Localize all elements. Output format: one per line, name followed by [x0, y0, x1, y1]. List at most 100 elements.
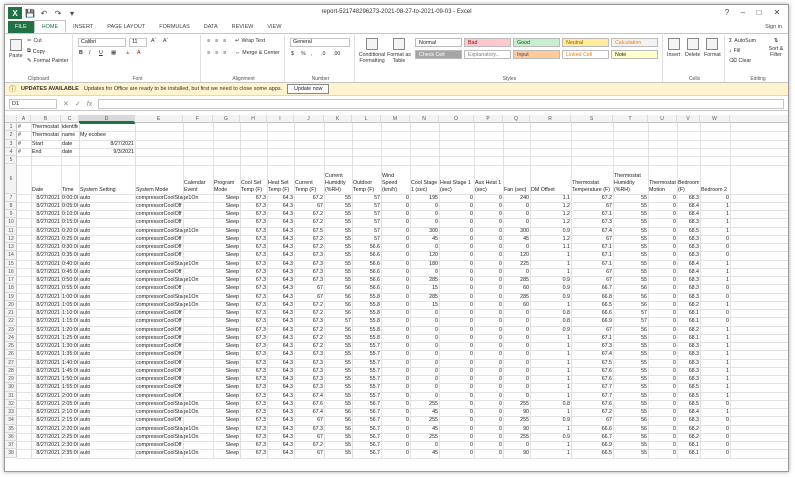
table-cell[interactable]: compressorCoolStage1On — [136, 434, 198, 440]
row-header-26[interactable]: 26 — [5, 350, 17, 359]
cell-style-calculation[interactable]: Calculation — [611, 38, 658, 47]
minimize-icon[interactable]: – — [736, 6, 750, 18]
table-cell[interactable]: Sleep — [214, 401, 239, 407]
table-cell[interactable]: 8/27/2021 — [32, 277, 60, 283]
cancel-formula-icon[interactable]: ✕ — [63, 100, 69, 108]
table-cell[interactable]: 2:35:00 — [62, 450, 78, 456]
table-cell[interactable]: 0 — [440, 310, 473, 316]
table-cell[interactable]: 1.2 — [531, 203, 570, 209]
row-header-33[interactable]: 33 — [5, 408, 17, 417]
table-cell[interactable]: 64.3 — [268, 294, 293, 300]
table-cell[interactable]: 8/27/2021 — [32, 228, 60, 234]
table-cell[interactable]: 0 — [504, 351, 529, 357]
table-cell[interactable]: 67.2 — [572, 195, 612, 201]
table-cell[interactable]: 8/27/2021 — [32, 211, 60, 217]
table-cell[interactable]: 0 — [440, 351, 473, 357]
table-cell[interactable]: 55.7 — [353, 368, 380, 374]
table-cell[interactable]: 1 — [701, 368, 729, 374]
table-cell[interactable]: 8/27/2021 — [32, 269, 60, 275]
table-cell[interactable]: Sleep — [214, 252, 239, 258]
table-cell[interactable]: 8/27/2021 — [32, 318, 60, 324]
table-cell[interactable]: 180 — [411, 261, 438, 267]
table-cell[interactable]: 0 — [411, 393, 438, 399]
table-cell[interactable]: 56.6 — [353, 252, 380, 258]
meta-cell[interactable]: # — [18, 124, 30, 130]
table-cell[interactable]: 1 — [701, 393, 729, 399]
table-cell[interactable]: auto — [80, 343, 134, 349]
table-cell[interactable]: 1:10:00 — [62, 310, 78, 316]
table-cell[interactable]: 0.9 — [531, 327, 570, 333]
table-cell[interactable]: Sleep — [214, 343, 239, 349]
table-cell[interactable]: 0 — [475, 228, 502, 234]
table-cell[interactable]: 67.3 — [241, 228, 266, 234]
table-cell[interactable]: 55 — [325, 393, 351, 399]
table-cell[interactable]: 67 — [572, 203, 612, 209]
fill-color-icon[interactable]: ▲ — [125, 50, 130, 56]
table-cell[interactable]: 67.3 — [241, 368, 266, 374]
table-cell[interactable]: 0 — [701, 401, 729, 407]
update-now-button[interactable]: Update now — [287, 84, 330, 94]
table-cell[interactable]: 67.3 — [241, 384, 266, 390]
table-cell[interactable]: 0:30:00 — [62, 244, 78, 250]
table-cell[interactable]: 8/27/2021 — [32, 450, 60, 456]
sign-in-link[interactable]: Sign in — [765, 24, 782, 30]
table-cell[interactable]: 0 — [475, 384, 502, 390]
table-cell[interactable]: 55 — [614, 277, 647, 283]
table-cell[interactable]: 1 — [531, 376, 570, 382]
table-cell[interactable]: 0 — [649, 368, 676, 374]
table-cell[interactable]: 0 — [382, 434, 409, 440]
table-cell[interactable]: 1:50:00 — [62, 376, 78, 382]
table-cell[interactable]: 55 — [614, 376, 647, 382]
table-cell[interactable]: 2:20:00 — [62, 426, 78, 432]
table-cell[interactable]: 1 — [531, 450, 570, 456]
column-header-n[interactable]: N — [410, 115, 439, 123]
table-cell[interactable]: 64.3 — [268, 343, 293, 349]
table-cell[interactable]: 0:00:00 — [62, 195, 78, 201]
table-cell[interactable]: 1.2 — [531, 211, 570, 217]
table-cell[interactable]: 67.3 — [241, 252, 266, 258]
table-cell[interactable]: Sleep — [214, 368, 239, 374]
table-cell[interactable]: 55.8 — [353, 302, 380, 308]
table-cell[interactable]: 0:45:00 — [62, 269, 78, 275]
cell-style-note[interactable]: Note — [611, 50, 658, 59]
table-cell[interactable]: 66.9 — [572, 318, 612, 324]
shrink-font-icon[interactable]: Aˇ — [163, 38, 168, 44]
table-cell[interactable]: compressorCoolStage1On — [136, 294, 198, 300]
table-cell[interactable]: 8/27/2021 — [32, 401, 60, 407]
table-cell[interactable]: 0 — [382, 261, 409, 267]
column-title[interactable]: Wind Speed (km/h) — [382, 165, 409, 194]
table-cell[interactable]: 55 — [325, 401, 351, 407]
table-cell[interactable]: 0 — [440, 236, 473, 242]
table-cell[interactable]: 0 — [382, 442, 409, 448]
table-cell[interactable]: 0 — [649, 327, 676, 333]
table-cell[interactable]: 67.3 — [241, 426, 266, 432]
table-cell[interactable]: 0 — [475, 351, 502, 357]
italic-button[interactable]: I — [89, 50, 90, 56]
table-cell[interactable]: 64.3 — [268, 244, 293, 250]
table-cell[interactable]: 1 — [701, 327, 729, 333]
table-cell[interactable]: 67.3 — [241, 318, 266, 324]
table-cell[interactable]: 8/27/2021 — [32, 351, 60, 357]
table-cell[interactable]: 56 — [325, 294, 351, 300]
table-cell[interactable]: 68.3 — [678, 351, 699, 357]
table-cell[interactable]: 64.3 — [268, 401, 293, 407]
table-cell[interactable]: 0 — [475, 376, 502, 382]
table-cell[interactable]: 0 — [382, 368, 409, 374]
table-cell[interactable]: 1 — [701, 211, 729, 217]
table-cell[interactable]: 0.8 — [531, 401, 570, 407]
table-cell[interactable]: 67.3 — [241, 434, 266, 440]
table-cell[interactable]: 0 — [382, 318, 409, 324]
table-cell[interactable]: 56.7 — [353, 401, 380, 407]
table-cell[interactable]: 0.8 — [531, 310, 570, 316]
table-cell[interactable]: 0 — [440, 434, 473, 440]
table-cell[interactable]: auto — [80, 244, 134, 250]
table-cell[interactable]: 68.1 — [678, 310, 699, 316]
table-cell[interactable]: 67.3 — [572, 343, 612, 349]
table-cell[interactable]: 55 — [614, 252, 647, 258]
table-cell[interactable]: 67.6 — [572, 401, 612, 407]
row-header-31[interactable]: 31 — [5, 392, 17, 400]
column-header-o[interactable]: O — [439, 115, 474, 123]
column-header-s[interactable]: S — [571, 115, 613, 123]
table-cell[interactable]: 56.6 — [353, 269, 380, 275]
wrap-text-button[interactable]: ↵ Wrap Text — [235, 38, 265, 44]
